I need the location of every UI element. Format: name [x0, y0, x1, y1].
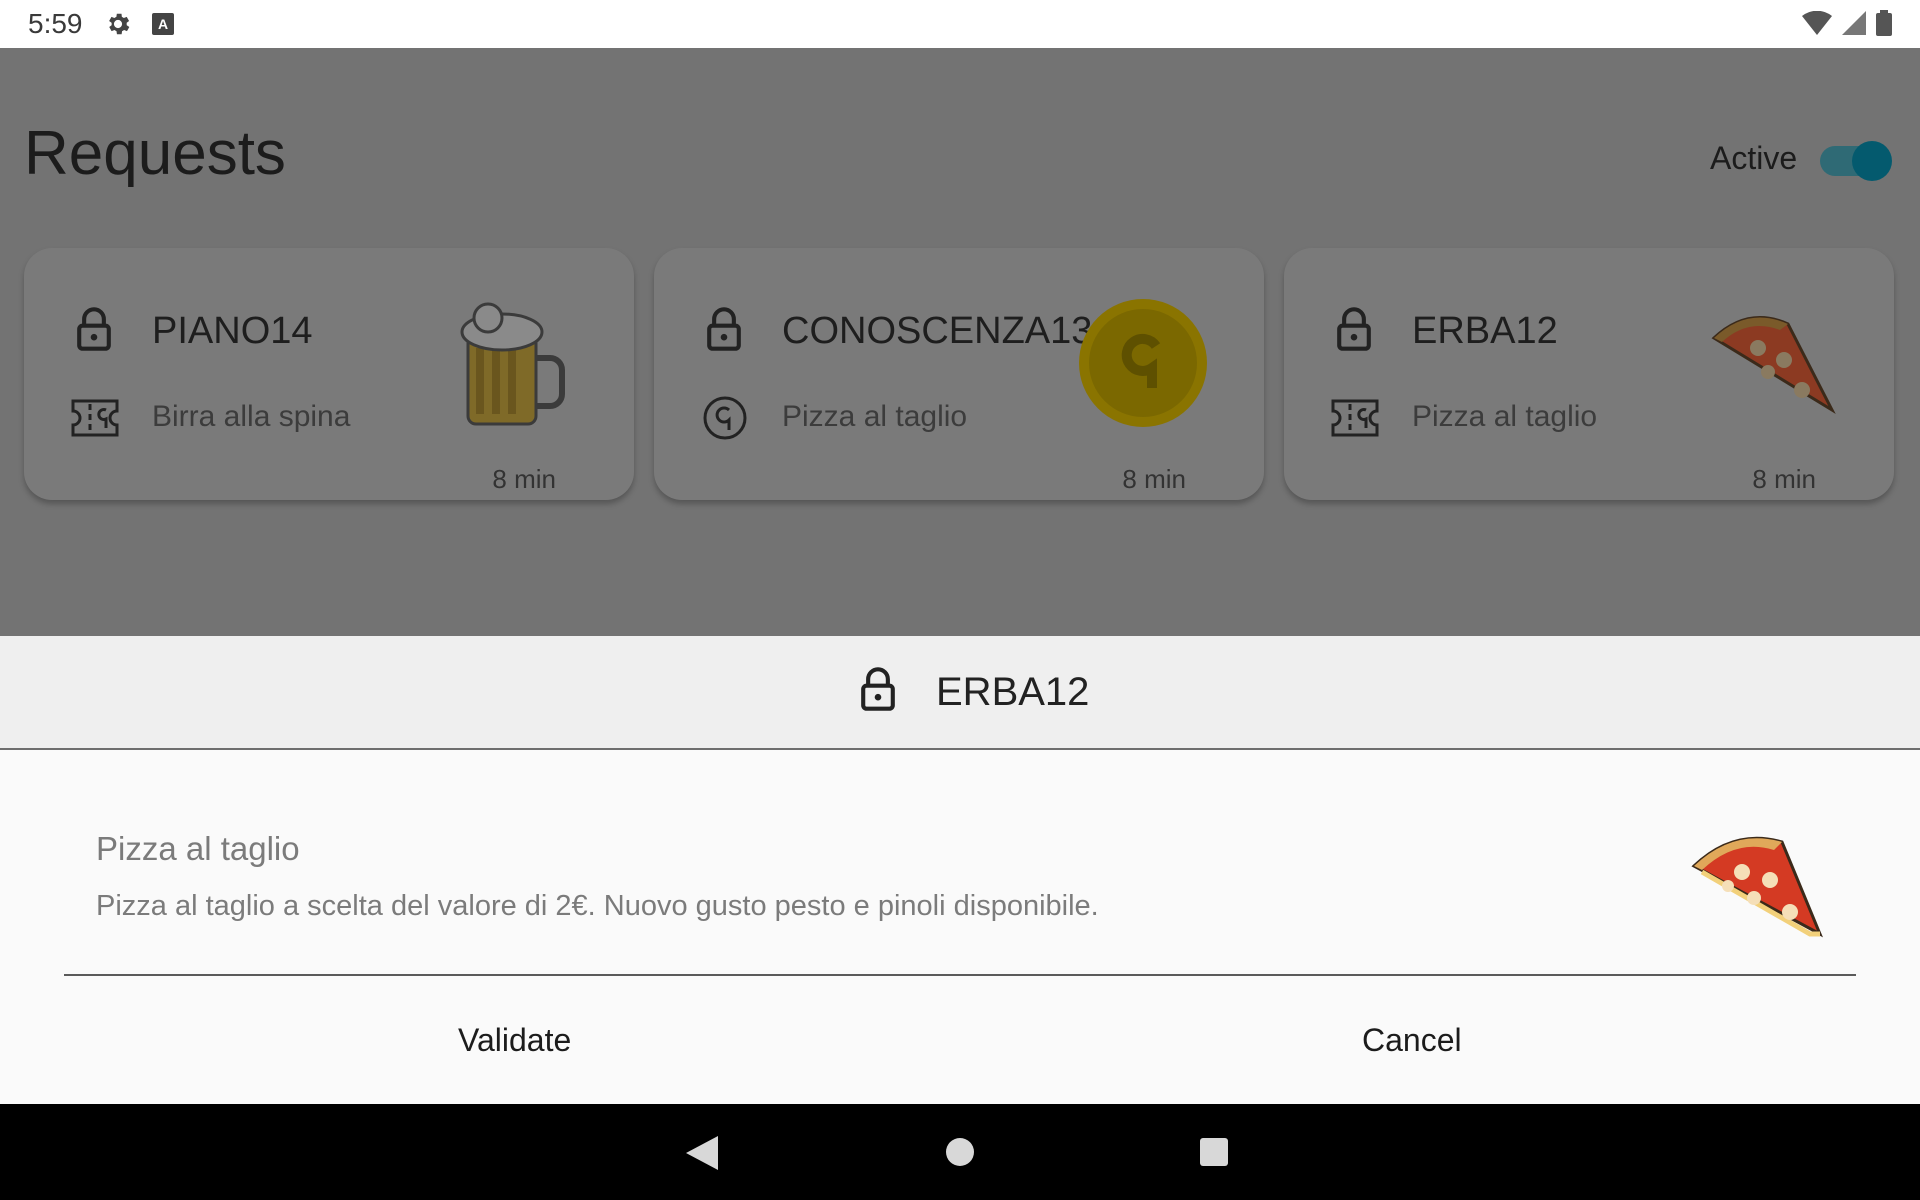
request-description: Pizza al taglio: [782, 400, 968, 433]
gold-coin-image: [1079, 299, 1207, 427]
ticket-icon: [71, 399, 119, 437]
request-card-conoscenza13[interactable]: CONOSCENZA13 Pizza al taglio 8 min: [654, 248, 1264, 500]
status-time: 5:59: [28, 8, 83, 39]
home-icon[interactable]: [946, 1138, 974, 1166]
request-code: PIANO14: [152, 310, 313, 352]
lock-icon: [1337, 307, 1371, 351]
navigation-bar: [0, 1104, 1920, 1200]
validate-button[interactable]: Validate: [438, 1012, 591, 1069]
request-code: ERBA12: [1412, 310, 1558, 352]
requests-screen: Requests Active PIANO14 Birra alla spina…: [0, 48, 1920, 636]
cancel-button[interactable]: Cancel: [1342, 1012, 1482, 1069]
lock-icon: [707, 307, 741, 351]
status-bar: 5:59 A: [0, 0, 1920, 48]
lock-icon: [77, 307, 111, 351]
wifi-icon: [1802, 11, 1832, 35]
ticket-icon: [1331, 399, 1379, 437]
request-description: Pizza al taglio: [1412, 400, 1598, 433]
active-label: Active: [1710, 140, 1798, 176]
coin-icon: [703, 396, 747, 440]
beer-mug-image: [460, 302, 565, 426]
request-description: Birra alla spina: [152, 400, 351, 433]
sheet-header: ERBA12: [0, 636, 1920, 750]
request-time: 8 min: [492, 464, 556, 494]
lock-icon: [861, 667, 895, 711]
active-toggle[interactable]: [1820, 141, 1892, 181]
request-card-piano14[interactable]: PIANO14 Birra alla spina 8 min: [24, 248, 634, 500]
request-time: 8 min: [1752, 464, 1816, 494]
a-icon: A: [152, 13, 174, 35]
request-code: CONOSCENZA13: [782, 310, 1093, 352]
sheet-code: ERBA12: [936, 670, 1090, 714]
pizza-slice-image: [1711, 316, 1836, 415]
request-card-erba12[interactable]: ERBA12 Pizza al taglio 8 min: [1284, 248, 1894, 500]
signal-icon: [1842, 11, 1866, 35]
pizza-slice-image: [1691, 836, 1823, 938]
page-title: Requests: [24, 119, 286, 188]
recents-icon[interactable]: [1200, 1138, 1228, 1166]
status-icons: [1802, 10, 1892, 36]
reward-description: Pizza al taglio a scelta del valore di 2…: [96, 890, 1099, 922]
settings-icon: [109, 13, 130, 35]
request-time: 8 min: [1122, 464, 1186, 494]
reward-name: Pizza al taglio: [96, 830, 300, 867]
toggle-knob: [1852, 141, 1892, 181]
sheet-divider: [64, 974, 1856, 976]
sheet-body: Pizza al taglio Pizza al taglio a scelta…: [0, 750, 1920, 1104]
battery-icon: [1876, 10, 1892, 36]
back-icon[interactable]: [686, 1136, 718, 1170]
